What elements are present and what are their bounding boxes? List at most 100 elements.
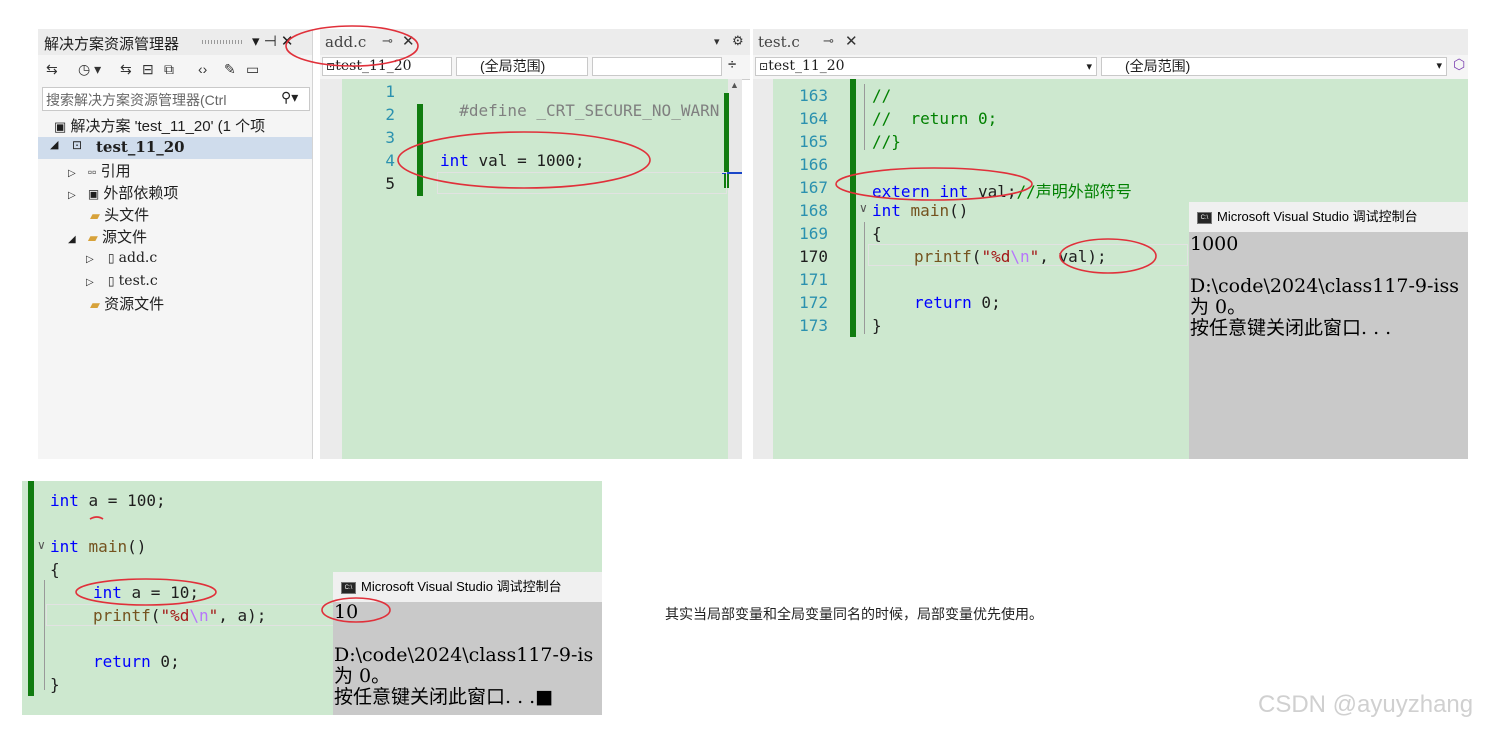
code-token: " [1029, 247, 1040, 266]
add-c-tabbar: add.c ⊸ ✕ ▾ ⚙ [320, 29, 750, 55]
chevron-down-icon[interactable]: ▾ [714, 35, 720, 48]
code-line: int main() [872, 201, 968, 220]
code-token: () [127, 537, 147, 556]
code-token: int [50, 537, 79, 556]
code-token: () [949, 201, 969, 220]
code-token: printf [93, 606, 151, 625]
tree-item-project[interactable]: ◢ ⊡ test_11_20 [38, 137, 312, 159]
code-token: val; [968, 182, 1017, 201]
member-dropdown[interactable] [592, 57, 722, 76]
window-controls[interactable]: ▾ ⊣ ✕ [252, 32, 294, 50]
code-token: "%d [160, 606, 190, 625]
project-icon: ⊡ [72, 138, 83, 152]
scope-dropdown[interactable]: (全局范围) [456, 57, 588, 76]
expanded-arrow-icon[interactable]: ◢ [50, 138, 58, 151]
console-app-icon: C:\ [341, 581, 356, 594]
test-c-tabbar: test.c ⊸ ✕ [753, 29, 1468, 55]
line-number: 172 [799, 293, 828, 312]
pin-icon[interactable]: ⊸ [823, 33, 834, 49]
code-token: //声明外部符号 [1016, 182, 1132, 201]
code-line: return 0; [914, 293, 1001, 312]
line-number: 173 [799, 316, 828, 335]
close-icon[interactable]: ✕ [845, 32, 858, 50]
tree-item-label: test.c [118, 273, 158, 289]
project-dropdown[interactable]: ⊡test_11_20 [322, 57, 452, 76]
pin-icon[interactable]: ⊸ [382, 33, 393, 49]
scope-dropdown[interactable]: (全局范围) ▾ [1101, 57, 1447, 76]
solution-explorer-titlebar: 解决方案资源管理器 ▾ ⊣ ✕ [38, 29, 312, 55]
code-line: printf("%d\n", val); [914, 247, 1107, 266]
properties-icon[interactable]: ✎ [224, 61, 236, 78]
collapsed-arrow-icon[interactable]: ▷ [68, 190, 76, 201]
code-line: } [50, 675, 60, 694]
console-line: D:\code\2024\class117-9-iss [1190, 275, 1459, 297]
expanded-arrow-icon[interactable]: ◢ [68, 234, 76, 245]
solution-search-input[interactable]: 搜索解决方案资源管理器(Ctrl ⚲▾ [42, 87, 310, 111]
tree-item-references[interactable]: ▷ ▫▫ 引用 [68, 160, 131, 181]
code-token: return [93, 652, 151, 671]
tab-add-c[interactable]: add.c [325, 33, 366, 51]
history-icon[interactable]: ◷ ▾ [78, 61, 101, 78]
solution-icon: ▣ [54, 119, 67, 134]
collapsed-arrow-icon[interactable]: ▷ [86, 254, 94, 265]
switch-view-icon[interactable]: ⇆ [120, 61, 132, 78]
watermark: CSDN @ayuyzhang [1258, 691, 1474, 718]
console-line: 为 0。 [1190, 296, 1247, 318]
split-icon[interactable]: ÷ [728, 56, 736, 73]
code-line: // return 0; [872, 109, 998, 128]
tab-test-c[interactable]: test.c [758, 33, 800, 51]
tree-item-header-files[interactable]: ▰ 头文件 [90, 204, 149, 225]
show-all-files-icon[interactable]: ⧉ [164, 61, 174, 78]
fold-toggle-icon[interactable]: ∨ [37, 538, 46, 552]
tree-item-solution[interactable]: ▣ 解决方案 'test_11_20' (1 个项 [54, 115, 265, 136]
preview-icon[interactable]: ▭ [246, 61, 259, 78]
code-line: // [872, 86, 892, 105]
code-token: main [88, 537, 128, 556]
scroll-up-icon[interactable]: ▲ [730, 80, 739, 90]
code-view-icon[interactable]: ‹› [198, 61, 207, 77]
console-line: D:\code\2024\class117-9-is [334, 644, 594, 666]
tree-item-external-deps[interactable]: ▷ ▣ 外部依赖项 [68, 182, 178, 203]
code-token: int [872, 201, 901, 220]
console-titlebar[interactable]: C:\ Microsoft Visual Studio 调试控制台 [1189, 202, 1468, 232]
console-line: 按任意键关闭此窗口. . . [1190, 317, 1392, 339]
collapsed-arrow-icon[interactable]: ▷ [86, 277, 94, 288]
console-titlebar[interactable]: C:\ Microsoft Visual Studio 调试控制台 [333, 572, 602, 602]
add-c-scrollbar[interactable]: ▲ [722, 79, 742, 459]
code-token: , a); [218, 606, 267, 625]
code-token: , val); [1039, 247, 1107, 266]
code-token: a = 10; [121, 583, 199, 602]
collapsed-arrow-icon[interactable]: ▷ [68, 168, 76, 179]
sync-icon[interactable]: ⇆ [46, 61, 58, 78]
line-number: 167 [799, 178, 828, 197]
solution-explorer-title: 解决方案资源管理器 [44, 36, 180, 53]
gear-icon[interactable]: ⚙ [732, 33, 744, 49]
drag-grip[interactable] [202, 40, 242, 44]
console-app-icon: C:\ [1197, 211, 1212, 224]
tree-item-source-files[interactable]: ◢ ▰ 源文件 [68, 226, 147, 247]
code-token: 0; [971, 293, 1001, 312]
folder-filter-icon: ▰ [90, 297, 100, 312]
project-dropdown[interactable]: ⊡test_11_20 ▾ [755, 57, 1097, 76]
solution-explorer-toolbar: ⇆ ◷ ▾ ⇆ ⊟ ⧉ ‹› ✎ ▭ [38, 56, 312, 84]
search-icon[interactable]: ⚲▾ [281, 89, 298, 106]
close-icon[interactable]: ✕ [402, 32, 415, 50]
tree-item-test-c[interactable]: ▷ ▯ test.c [86, 272, 158, 289]
chevron-down-icon[interactable]: ▾ [1436, 58, 1442, 75]
tree-item-add-c[interactable]: ▷ ▯ add.c [86, 249, 157, 266]
dropdown-value: (全局范围) [480, 58, 546, 74]
collapse-all-icon[interactable]: ⊟ [142, 61, 154, 78]
code-token: 0; [150, 652, 180, 671]
add-c-navbar: ⊡test_11_20 (全局范围) ÷ [320, 55, 750, 80]
code-token: int [50, 491, 79, 510]
line-number: 5 [385, 174, 395, 193]
project-icon: ⊡ [759, 60, 769, 73]
c-file-icon: ▯ [107, 251, 115, 265]
tree-item-resource-files[interactable]: ▰ 资源文件 [90, 293, 164, 314]
chevron-down-icon[interactable]: ▾ [1086, 58, 1092, 75]
fold-guide [864, 222, 865, 334]
cube-icon[interactable]: ⬡ [1453, 56, 1465, 73]
fold-toggle-icon[interactable]: ∨ [859, 201, 868, 215]
code-line: int a = 10; [93, 583, 199, 602]
code-token: return [914, 293, 972, 312]
